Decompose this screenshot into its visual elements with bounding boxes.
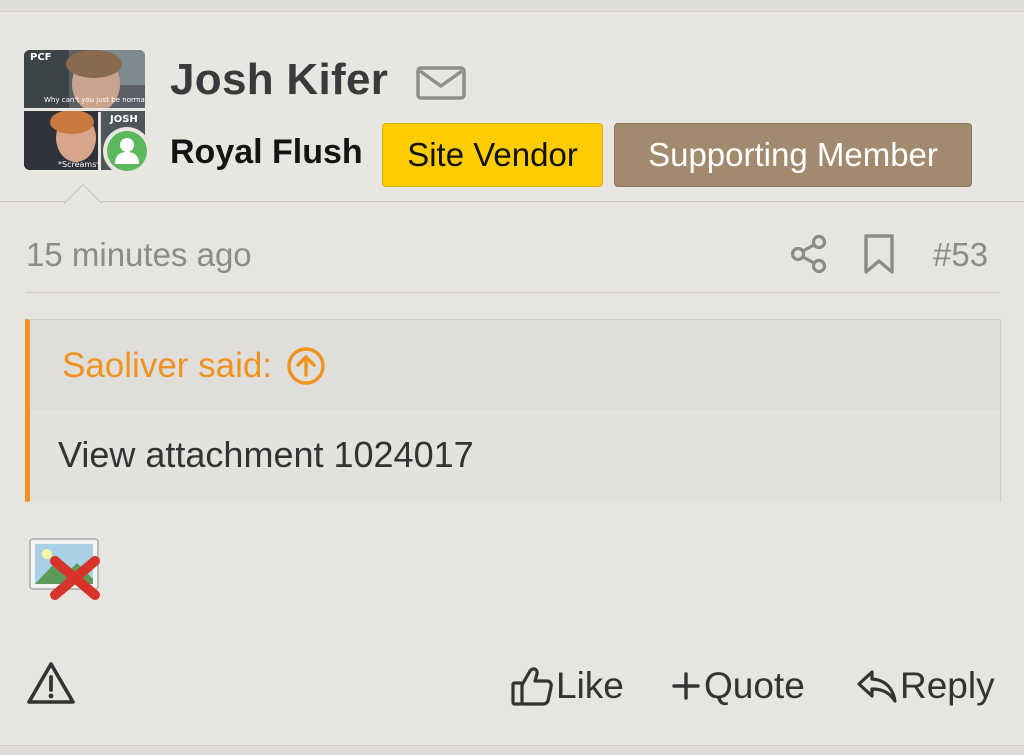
mail-icon[interactable] <box>416 66 466 100</box>
warning-icon[interactable] <box>26 660 76 706</box>
avatar-caption-name: JOSH <box>110 114 138 125</box>
site-vendor-badge-label: Site Vendor <box>407 136 578 173</box>
like-label: Like <box>556 665 624 706</box>
post-timestamp[interactable]: 15 minutes ago <box>26 236 252 274</box>
like-button[interactable]: Like <box>510 663 624 709</box>
user-title: Royal Flush <box>170 133 363 171</box>
quote-author: Saoliver said: <box>62 346 273 385</box>
bookmark-icon[interactable] <box>862 233 896 275</box>
quote-button[interactable]: Quote <box>670 663 805 709</box>
post-user-header: PCF Why can't you just be normal? JOSH *… <box>0 12 1024 202</box>
share-icon[interactable] <box>788 233 830 275</box>
avatar-caption-line: Why can't you just be normal? <box>44 96 145 104</box>
quote-label: Quote <box>704 665 805 706</box>
reply-button[interactable]: Reply <box>856 663 995 709</box>
top-divider <box>0 0 1024 12</box>
username[interactable]: Josh Kifer <box>170 55 388 105</box>
plus-icon <box>672 672 700 700</box>
bottom-divider <box>0 745 1024 755</box>
quote-text[interactable]: View attachment 1024017 <box>58 434 474 476</box>
supporting-member-badge-label: Supporting Member <box>648 136 938 173</box>
quote-block: Saoliver said: View attachment 1024017 <box>25 319 1001 502</box>
quote-body: View attachment 1024017 <box>30 410 1000 502</box>
thumbs-up-icon <box>511 667 553 706</box>
avatar-caption-corner: PCF <box>30 52 52 63</box>
arrow-up-circle-icon[interactable] <box>286 346 326 386</box>
user-presence-icon <box>103 127 151 175</box>
reply-label: Reply <box>900 665 995 706</box>
site-vendor-badge: Site Vendor <box>382 123 603 187</box>
quote-header[interactable]: Saoliver said: <box>62 346 326 386</box>
meta-divider <box>26 292 1000 293</box>
post-number-link[interactable]: #53 <box>933 236 988 274</box>
avatar-caption-bottom: *Screams* <box>58 160 101 169</box>
reply-icon <box>857 670 897 703</box>
supporting-member-badge: Supporting Member <box>614 123 972 187</box>
header-pointer <box>62 180 102 204</box>
broken-image-icon[interactable] <box>27 533 105 601</box>
